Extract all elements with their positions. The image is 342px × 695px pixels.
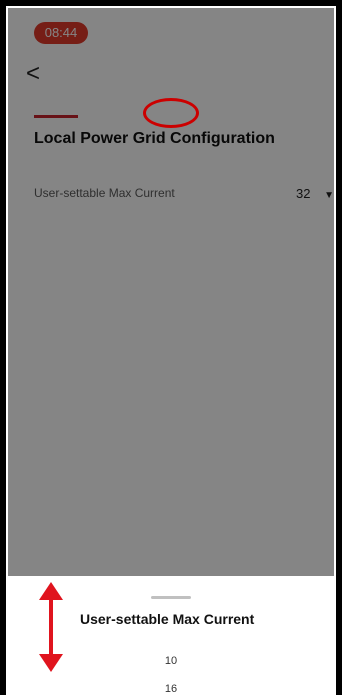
picker-title: User-settable Max Current (80, 611, 255, 627)
modal-backdrop[interactable] (8, 8, 334, 576)
selection-highlight-ring (143, 98, 199, 128)
sheet-drag-handle[interactable] (151, 596, 191, 599)
scroll-direction-arrow-icon (39, 582, 63, 672)
picker-option-16[interactable]: 16 (8, 683, 334, 695)
